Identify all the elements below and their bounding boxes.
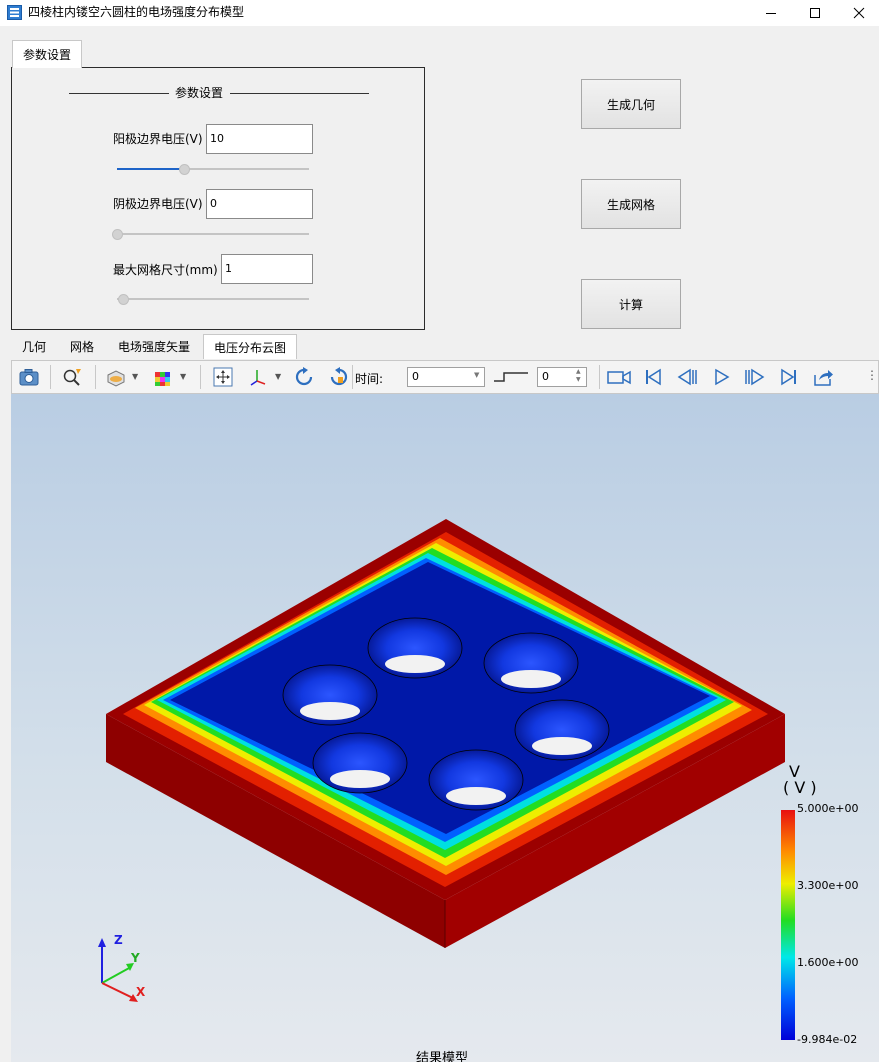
- minimize-button[interactable]: [748, 0, 794, 26]
- tab-geometry[interactable]: 几何: [12, 334, 56, 359]
- rotate-cw-button[interactable]: [327, 366, 351, 388]
- tab-field-vector[interactable]: 电场强度矢量: [108, 334, 200, 359]
- axes-orient-button[interactable]: [246, 366, 270, 388]
- record-icon: [607, 370, 631, 385]
- pan-icon: [213, 367, 233, 387]
- anode-voltage-label: 阳极边界电压(V): [113, 132, 203, 146]
- hole: [367, 617, 463, 679]
- viewport-caption: 结果模型: [416, 1051, 469, 1062]
- window-title: 四棱柱内镂空六圆柱的电场强度分布模型: [28, 5, 245, 19]
- tab-voltage-contour[interactable]: 电压分布云图: [203, 334, 298, 359]
- color-cube-icon: [155, 372, 170, 386]
- tab-param-settings[interactable]: 参数设置: [12, 40, 82, 68]
- group-title: 参数设置: [175, 86, 224, 100]
- maximize-icon: [810, 8, 820, 18]
- step-icon: [494, 372, 528, 382]
- 3d-viewport[interactable]: Z Y X V ( V ) 5.000e+00 3.300e+00 1.600e…: [11, 394, 879, 1062]
- colorbar: [781, 810, 795, 1040]
- toolbar-separator: [200, 365, 201, 389]
- time-label: 时间:: [355, 372, 384, 386]
- record-button[interactable]: [606, 366, 632, 388]
- minimize-icon: [766, 13, 776, 14]
- export-button[interactable]: [811, 366, 835, 388]
- rotate-cw-icon: [330, 367, 348, 386]
- spinner-arrows-icon[interactable]: ▲ ▼: [576, 368, 581, 384]
- hole: [428, 749, 524, 811]
- chevron-down-icon[interactable]: ▼: [132, 372, 138, 381]
- chevron-down-icon[interactable]: ▼: [275, 372, 281, 381]
- section-view-button[interactable]: [104, 366, 128, 388]
- anode-voltage-input[interactable]: 10: [206, 124, 313, 154]
- hole: [282, 664, 378, 726]
- mesh-slider-thumb[interactable]: [117, 294, 129, 305]
- x-axis-label: X: [136, 985, 146, 999]
- legend-value-3: 1.600e+00: [797, 956, 859, 969]
- last-frame-button[interactable]: [777, 366, 801, 388]
- first-frame-button[interactable]: [641, 366, 665, 388]
- play-icon: [715, 368, 730, 386]
- legend-value-2: 3.300e+00: [797, 879, 859, 892]
- cathode-voltage-input[interactable]: 0: [206, 189, 313, 219]
- prev-frame-icon: [677, 368, 697, 386]
- camera-icon: [19, 369, 39, 386]
- legend-max-value: 5.000e+00: [797, 802, 859, 815]
- toolbar-overflow-icon[interactable]: ⋮: [866, 368, 878, 388]
- hole: [514, 699, 610, 761]
- last-frame-icon: [781, 368, 796, 386]
- generate-geometry-button[interactable]: 生成几何: [581, 79, 681, 129]
- color-cube-button[interactable]: [151, 366, 175, 388]
- y-axis-label: Y: [131, 951, 140, 965]
- tab-mesh[interactable]: 网格: [60, 334, 104, 359]
- orientation-axes: [98, 938, 138, 1002]
- axes-orient-icon: [250, 370, 266, 386]
- hole: [483, 632, 579, 694]
- pan-button[interactable]: [211, 366, 235, 388]
- rotate-ccw-button[interactable]: [293, 366, 317, 388]
- mesh-size-input[interactable]: 1: [221, 254, 313, 284]
- legend-min-value: -9.984e-02: [797, 1033, 858, 1046]
- z-axis-label: Z: [114, 933, 123, 947]
- section-view-icon: [107, 370, 125, 387]
- legend-unit: ( V ): [783, 778, 817, 797]
- play-button[interactable]: [709, 366, 733, 388]
- prev-frame-button[interactable]: [675, 366, 699, 388]
- mesh-size-slider[interactable]: [117, 298, 309, 300]
- next-frame-button[interactable]: [743, 366, 767, 388]
- app-icon: [7, 5, 22, 20]
- cathode-slider-thumb[interactable]: [112, 229, 123, 240]
- zoom-fit-icon: [63, 369, 81, 386]
- compute-button[interactable]: 计算: [581, 279, 681, 329]
- mesh-size-label: 最大网格尺寸(mm): [113, 263, 218, 277]
- generate-mesh-button[interactable]: 生成网格: [581, 179, 681, 229]
- next-frame-icon: [745, 368, 765, 386]
- toolbar-separator: [50, 365, 51, 389]
- maximize-button[interactable]: [792, 0, 838, 26]
- toolbar-separator: [352, 365, 353, 389]
- chevron-down-icon[interactable]: ▼: [180, 372, 186, 381]
- first-frame-icon: [646, 368, 661, 386]
- chevron-down-icon: ▼: [474, 371, 480, 379]
- toolbar-separator: [95, 365, 96, 389]
- group-divider: [230, 93, 369, 94]
- cathode-voltage-slider[interactable]: [117, 233, 309, 235]
- close-button[interactable]: [836, 0, 879, 26]
- screenshot-button[interactable]: [17, 366, 41, 388]
- export-icon: [814, 370, 833, 386]
- rotate-ccw-icon: [295, 367, 313, 386]
- anode-slider-fill: [117, 168, 185, 170]
- group-divider: [69, 93, 169, 94]
- toolbar-separator: [599, 365, 600, 389]
- voltage-contour-plot: [98, 519, 795, 1040]
- zoom-fit-button[interactable]: [60, 366, 84, 388]
- cathode-voltage-label: 阴极边界电压(V): [113, 197, 203, 211]
- close-icon: [853, 7, 865, 19]
- hole: [312, 732, 408, 794]
